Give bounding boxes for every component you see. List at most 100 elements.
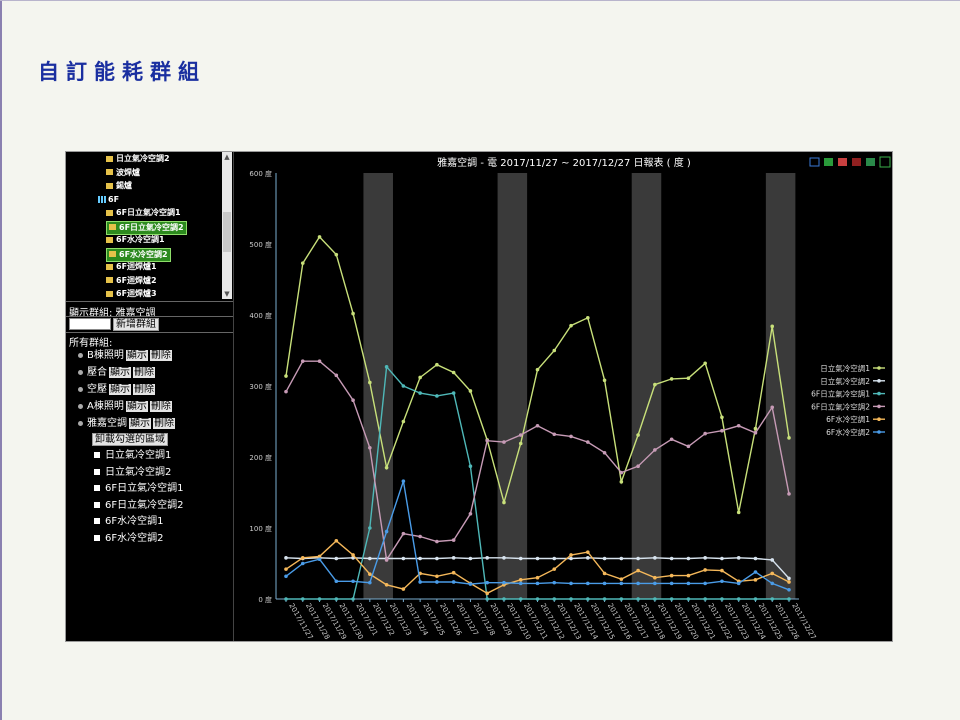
checkbox[interactable] — [94, 468, 100, 475]
checkbox[interactable] — [94, 452, 100, 458]
data-point — [619, 597, 624, 601]
tree-item[interactable]: 6F日立氣冷空調1 — [106, 207, 181, 219]
data-point — [368, 380, 372, 385]
checkbox[interactable] — [94, 534, 100, 541]
legend-label: 6F日立氣冷空調2 — [811, 401, 870, 411]
delete-group-button[interactable]: 刪除 — [133, 383, 155, 395]
show-group-button[interactable]: 顯示 — [125, 400, 148, 412]
data-point — [602, 450, 607, 455]
folder-icon — [106, 169, 113, 175]
delete-group-button[interactable]: 刪除 — [133, 366, 155, 378]
data-point — [418, 580, 422, 584]
tree-item[interactable]: 6F — [98, 194, 119, 206]
member-row[interactable]: 日立氣冷空調1 — [94, 449, 171, 463]
member-row[interactable]: 6F日立氣冷空調1 — [94, 482, 183, 496]
member-row[interactable]: 日立氣冷空調2 — [94, 466, 171, 480]
data-point — [602, 571, 607, 576]
data-point — [703, 581, 707, 586]
data-point — [451, 570, 456, 575]
delete-icon[interactable] — [852, 158, 861, 166]
data-point — [535, 597, 540, 601]
data-point — [586, 597, 590, 601]
tree-scrollbar[interactable]: ▲ ▼ — [222, 152, 232, 299]
scroll-down-icon[interactable]: ▼ — [222, 289, 232, 299]
show-group-button[interactable]: 顯示 — [109, 383, 131, 395]
tree-item-label: 波焊爐 — [116, 167, 140, 177]
unload-selected-button[interactable]: 卸載勾選的區域 — [92, 433, 168, 446]
tree-item[interactable]: 6F迴焊爐2 — [106, 275, 157, 287]
member-row[interactable]: 6F水冷空調1 — [94, 515, 163, 529]
data-point — [485, 597, 489, 601]
data-point — [703, 361, 707, 366]
restore-icon[interactable] — [838, 158, 847, 166]
delete-group-button[interactable]: 刪除 — [153, 417, 175, 429]
checkbox[interactable] — [94, 485, 100, 491]
data-point — [703, 597, 707, 601]
tree-item[interactable]: 6F水冷空調2 — [106, 247, 171, 262]
tree-item-label: 6F迴焊爐2 — [116, 275, 157, 285]
tree-item[interactable]: 6F水冷空調1 — [106, 234, 165, 246]
data-point — [518, 578, 523, 582]
scroll-thumb[interactable] — [223, 212, 231, 252]
data-point — [485, 556, 489, 560]
show-group-button[interactable]: 顯示 — [129, 417, 151, 429]
data-point — [351, 579, 355, 584]
tree-item-label: 6F迴焊爐3 — [116, 289, 157, 298]
data-point — [586, 550, 590, 554]
data-point — [284, 597, 288, 601]
data-point — [384, 365, 389, 369]
data-point — [485, 438, 489, 443]
scroll-up-icon[interactable]: ▲ — [222, 152, 232, 162]
series-line — [285, 539, 790, 595]
new-group-input[interactable] — [69, 318, 111, 330]
data-point — [451, 556, 456, 560]
show-group-button[interactable]: 顯示 — [125, 349, 148, 361]
legend-marker — [877, 366, 881, 370]
member-label: 6F日立氣冷空調1 — [105, 483, 184, 494]
data-point — [586, 556, 590, 560]
legend-marker — [877, 379, 881, 383]
member-label: 6F水冷空調2 — [105, 532, 164, 544]
checkbox[interactable] — [94, 518, 100, 524]
tree-item[interactable]: 6F日立氣冷空調2 — [106, 220, 187, 235]
group-row: 壓合 顯示 刪除 — [78, 366, 155, 380]
folder-icon — [109, 251, 116, 257]
tree-item[interactable]: 波焊爐 — [106, 167, 140, 179]
data-point — [334, 556, 339, 561]
line-chart-icon[interactable] — [809, 157, 820, 167]
data-point — [569, 556, 573, 561]
save-image-icon[interactable] — [879, 156, 891, 168]
y-tick-label: 500 度 — [249, 240, 272, 249]
data-point — [653, 597, 657, 601]
checkbox[interactable] — [94, 501, 100, 508]
tree-item[interactable]: 6F迴焊爐3 — [106, 288, 157, 299]
data-point — [518, 441, 523, 446]
excel-icon[interactable] — [866, 158, 875, 166]
y-tick-label: 200 度 — [249, 453, 272, 462]
tree-item[interactable]: 日立氣冷空調2 — [106, 153, 170, 165]
data-point — [770, 558, 775, 562]
data-point — [317, 235, 322, 239]
data-point — [502, 597, 506, 601]
legend-label: 6F日立氣冷空調1 — [811, 389, 870, 399]
data-point — [636, 433, 640, 437]
tree-item[interactable]: 錫爐 — [106, 180, 132, 192]
delete-group-button[interactable]: 刪除 — [149, 400, 172, 412]
data-point — [518, 581, 523, 586]
delete-group-button[interactable]: 刪除 — [149, 349, 172, 361]
group-row: 空壓 顯示 刪除 — [78, 383, 155, 397]
show-group-button[interactable]: 顯示 — [109, 366, 131, 378]
y-tick-label: 400 度 — [249, 311, 272, 320]
data-point — [736, 556, 741, 560]
bullet-icon — [78, 386, 83, 392]
tree-item-label: 6F水冷空調1 — [116, 235, 165, 244]
chart-panel: 雅嘉空調 - 電 2017/11/27 ~ 2017/12/27 日報表 ( 度… — [233, 152, 892, 641]
data-point — [384, 558, 389, 562]
tree-item[interactable]: 6F迴焊爐1 — [106, 261, 157, 273]
new-group-button[interactable]: 新增群組 — [113, 318, 159, 331]
member-row[interactable]: 6F日立氣冷空調2 — [94, 499, 183, 513]
bar-chart-icon[interactable] — [824, 158, 833, 166]
data-point — [351, 311, 355, 316]
member-row[interactable]: 6F水冷空調2 — [94, 532, 163, 546]
data-point — [284, 374, 288, 378]
